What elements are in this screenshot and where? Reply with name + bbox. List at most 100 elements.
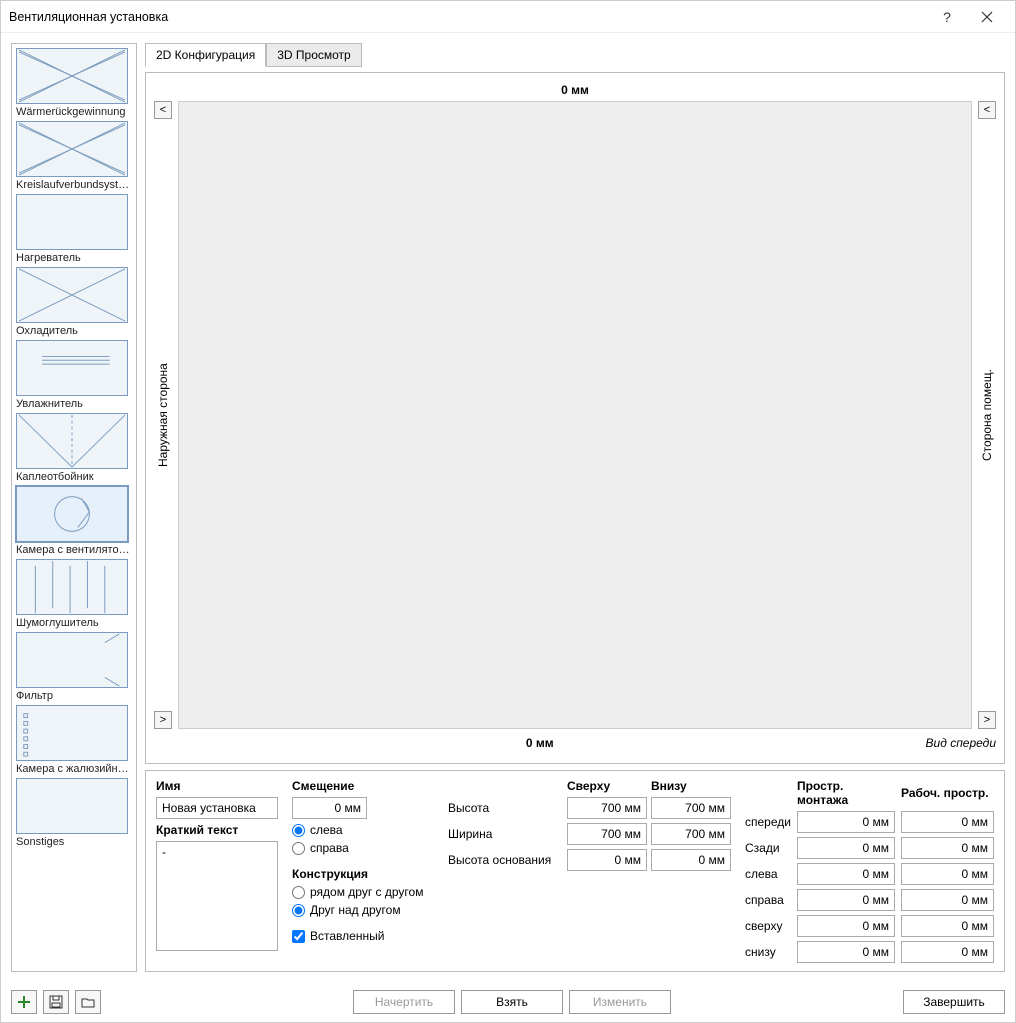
component-thumb-icon xyxy=(16,121,128,177)
save-icon[interactable] xyxy=(43,990,69,1014)
space-left-label: слева xyxy=(745,867,791,881)
canvas-arrow-left-top-r[interactable]: < xyxy=(978,101,996,119)
space-bottom-install[interactable] xyxy=(797,941,895,963)
open-icon[interactable] xyxy=(75,990,101,1014)
help-icon[interactable]: ? xyxy=(927,3,967,31)
dim-bot-header: Внизу xyxy=(651,779,731,793)
name-label: Имя xyxy=(156,779,278,793)
space-bottom-work[interactable] xyxy=(901,941,994,963)
space-right-label: справа xyxy=(745,893,791,907)
height-label: Высота xyxy=(448,801,563,815)
base-top-input[interactable] xyxy=(567,849,647,871)
canvas-arrow-right-bottom[interactable]: > xyxy=(978,711,996,729)
space-right-install[interactable] xyxy=(797,889,895,911)
component-thumb-icon xyxy=(16,340,128,396)
component-label: Kreislaufverbundsystem xyxy=(16,179,132,191)
short-text-input[interactable]: - xyxy=(156,841,278,951)
space-left-work[interactable] xyxy=(901,863,994,885)
component-thumb-icon xyxy=(16,413,128,469)
height-bot-input[interactable] xyxy=(651,797,731,819)
component-item[interactable]: Фильтр xyxy=(16,632,132,702)
tabbar: 2D Конфигурация 3D Просмотр xyxy=(145,43,1005,67)
space-back-work[interactable] xyxy=(901,837,994,859)
component-label: Фильтр xyxy=(16,690,132,702)
base-label: Высота основания xyxy=(448,853,563,867)
space-front-work[interactable] xyxy=(901,811,994,833)
space-front-install[interactable] xyxy=(797,811,895,833)
component-item[interactable]: Каплеотбойник xyxy=(16,413,132,483)
titlebar: Вентиляционная установка ? xyxy=(1,1,1015,33)
component-label: Охладитель xyxy=(16,325,132,337)
component-item[interactable]: Kreislaufverbundsystem xyxy=(16,121,132,191)
space-right-work[interactable] xyxy=(901,889,994,911)
component-item[interactable]: Охладитель xyxy=(16,267,132,337)
footer-toolbar: Начертить Взять Изменить Завершить xyxy=(1,982,1015,1022)
width-label: Ширина xyxy=(448,827,563,841)
space-top-label: сверху xyxy=(745,919,791,933)
component-label: Камера с жалюзийным xyxy=(16,763,132,775)
add-icon[interactable] xyxy=(11,990,37,1014)
space-back-label: Сзади xyxy=(745,841,791,855)
space-left-install[interactable] xyxy=(797,863,895,885)
base-bot-input[interactable] xyxy=(651,849,731,871)
component-item[interactable]: Sonstiges xyxy=(16,778,132,848)
component-thumb-icon xyxy=(16,486,128,542)
component-label: Шумоглушитель xyxy=(16,617,132,629)
component-item[interactable]: Нагреватель xyxy=(16,194,132,264)
component-thumb-icon xyxy=(16,778,128,834)
canvas-arrow-right-bottom-l[interactable]: > xyxy=(154,711,172,729)
window-title: Вентиляционная установка xyxy=(9,10,927,24)
component-item[interactable]: Камера с жалюзийным xyxy=(16,705,132,775)
space-bottom-label: снизу xyxy=(745,945,791,959)
component-item[interactable]: Wärmerückgewinnung xyxy=(16,48,132,118)
construction-side-radio[interactable]: рядом друг с другом xyxy=(292,885,434,899)
offset-input[interactable] xyxy=(292,797,367,819)
canvas-arrow-left-top[interactable]: < xyxy=(154,101,172,119)
canvas-left-label: Наружная сторона xyxy=(156,119,170,711)
take-button[interactable]: Взять xyxy=(461,990,563,1014)
tab-3d-view[interactable]: 3D Просмотр xyxy=(266,43,361,67)
name-input[interactable] xyxy=(156,797,278,819)
space-front-label: спереди xyxy=(745,815,791,829)
canvas-right-label: Сторона помещ. xyxy=(980,119,994,711)
component-label: Каплеотбойник xyxy=(16,471,132,483)
component-palette: Wärmerückgewinnung Kreislaufverbundsystem… xyxy=(11,43,137,972)
height-top-input[interactable] xyxy=(567,797,647,819)
component-thumb-icon xyxy=(16,194,128,250)
canvas-top-dim: 0 мм xyxy=(154,79,996,101)
offset-left-radio[interactable]: слева xyxy=(292,823,434,837)
component-thumb-icon xyxy=(16,705,128,761)
space-top-install[interactable] xyxy=(797,915,895,937)
canvas-panel: 0 мм < Наружная сторона > < Сторона поме… xyxy=(145,72,1005,764)
component-label: Нагреватель xyxy=(16,252,132,264)
width-bot-input[interactable] xyxy=(651,823,731,845)
component-item[interactable]: Увлажнитель xyxy=(16,340,132,410)
close-icon[interactable] xyxy=(967,3,1007,31)
view-label: Вид спереди xyxy=(926,736,996,750)
component-label: Wärmerückgewinnung xyxy=(16,106,132,118)
component-item[interactable]: Камера с вентилятором xyxy=(16,486,132,556)
component-thumb-icon xyxy=(16,632,128,688)
short-text-label: Краткий текст xyxy=(156,823,278,837)
component-label: Камера с вентилятором xyxy=(16,544,132,556)
component-thumb-icon xyxy=(16,559,128,615)
space-work-header: Рабоч. простр. xyxy=(901,786,994,800)
canvas[interactable] xyxy=(178,101,972,729)
modify-button[interactable]: Изменить xyxy=(569,990,671,1014)
component-thumb-icon xyxy=(16,48,128,104)
component-item[interactable]: Шумоглушитель xyxy=(16,559,132,629)
inserted-checkbox[interactable]: Вставленный xyxy=(292,929,434,943)
offset-right-radio[interactable]: справа xyxy=(292,841,434,855)
component-label: Sonstiges xyxy=(16,836,132,848)
space-back-install[interactable] xyxy=(797,837,895,859)
finish-button[interactable]: Завершить xyxy=(903,990,1005,1014)
width-top-input[interactable] xyxy=(567,823,647,845)
component-thumb-icon xyxy=(16,267,128,323)
tab-2d-config[interactable]: 2D Конфигурация xyxy=(145,43,266,67)
construction-label: Конструкция xyxy=(292,867,434,881)
construction-stack-radio[interactable]: Друг над другом xyxy=(292,903,434,917)
draw-button[interactable]: Начертить xyxy=(353,990,455,1014)
offset-label: Смещение xyxy=(292,779,434,793)
dim-top-header: Сверху xyxy=(567,779,647,793)
space-top-work[interactable] xyxy=(901,915,994,937)
